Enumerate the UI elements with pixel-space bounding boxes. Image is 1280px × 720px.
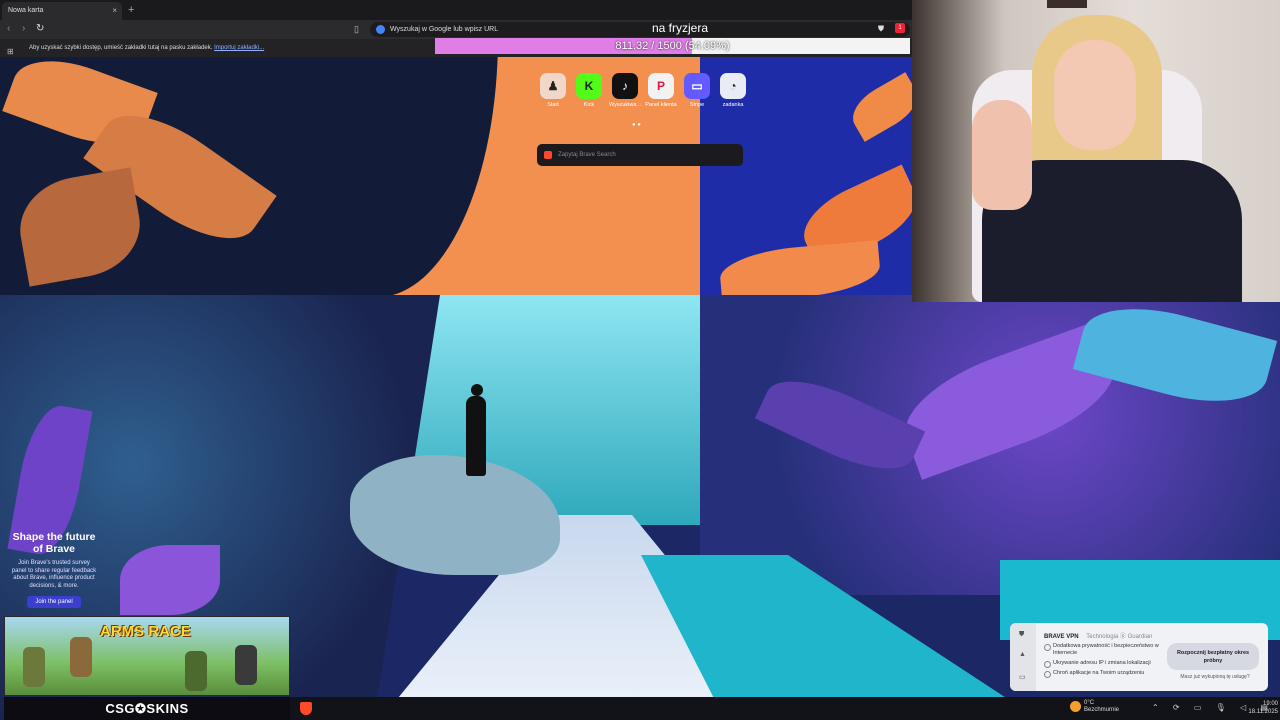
promo-title: Shape the future of Brave: [12, 531, 96, 555]
taskbar-clock[interactable]: 19:00 18.11.2025: [1240, 700, 1278, 716]
back-icon[interactable]: ‹: [7, 22, 10, 36]
top-site-label: zadanka: [722, 102, 744, 108]
search-placeholder: Zapytaj Brave Search: [558, 152, 616, 158]
goal-title: na fryzjera: [651, 21, 709, 35]
tab-title: Nowa karta: [8, 7, 44, 14]
clock-date: 18.11.2025: [1248, 709, 1278, 715]
address-placeholder: Wyszukaj w Google lub wpisz URL: [390, 26, 499, 33]
wallpaper-top-panel: [0, 57, 912, 295]
weather-condition: Bezchmurnie: [1084, 707, 1120, 713]
vpn-feature-item: Ukrywanie adresu IP i zmiana lokalizacji: [1044, 660, 1169, 668]
vpn-feature-item: Chroń aplikacje na Twoim urządzeniu: [1044, 670, 1169, 678]
warning-icon[interactable]: ▲: [1019, 651, 1026, 658]
top-site-icon: ◔: [720, 73, 746, 99]
vpn-sidebar: ⛊ ▲ ▭: [1010, 623, 1036, 691]
webcam-feed: [912, 0, 1280, 302]
top-site-tile[interactable]: K Kick: [571, 73, 607, 108]
sponsor-logo: CSG✪SKINS: [4, 697, 290, 720]
top-sites-pager[interactable]: ● ●: [632, 122, 641, 128]
top-site-label: Panel klienta: [645, 102, 677, 108]
survey-promo-card: Shape the future of Brave Join Brave's t…: [10, 531, 98, 608]
start-trial-button[interactable]: Rozpocznij bezpłatny okres próbny: [1167, 643, 1259, 670]
top-site-label: Kick: [583, 102, 595, 108]
import-bookmarks-link[interactable]: Importuj zakładki...: [214, 45, 264, 51]
vpn-feature-list: Dodatkowa prywatność i bezpieczeństwo w …: [1044, 643, 1169, 680]
vpn-feature-item: Dodatkowa prywatność i bezpieczeństwo w …: [1044, 643, 1169, 657]
close-tab-icon[interactable]: ×: [112, 2, 117, 20]
vpn-title: BRAVE VPN: [1044, 634, 1079, 640]
bookmark-icon[interactable]: ▯: [354, 24, 359, 35]
top-site-tile[interactable]: P Panel klienta: [643, 73, 679, 108]
top-site-tile[interactable]: ♟ Start: [535, 73, 571, 108]
top-site-icon: K: [576, 73, 602, 99]
goal-progress-text: 811.32 / 1500 (54.09%): [615, 40, 730, 52]
vpn-subtitle: Technologia ⓖ Guardian: [1086, 634, 1153, 640]
top-site-icon: P: [648, 73, 674, 99]
top-site-tile[interactable]: ▭ Stripe: [679, 73, 715, 108]
top-site-tile[interactable]: ◔ zadanka: [715, 73, 751, 108]
promo-body: Join Brave's trusted survey panel to sha…: [11, 560, 97, 589]
top-site-icon: ♟: [540, 73, 566, 99]
join-panel-button[interactable]: Join the panel: [27, 596, 81, 608]
top-site-icon: ♪: [612, 73, 638, 99]
bookmarks-hint: Aby uzyskać szybki dostęp, umieść zakład…: [29, 45, 213, 51]
top-site-icon: ▭: [684, 73, 710, 99]
brave-search-box[interactable]: Zapytaj Brave Search: [537, 144, 743, 166]
apps-grid-icon[interactable]: ⊞: [7, 43, 14, 61]
forward-icon[interactable]: ›: [22, 22, 25, 36]
reload-icon[interactable]: ↻: [36, 22, 44, 36]
top-site-tile[interactable]: ♪ Wyszukiwa...: [607, 73, 643, 108]
weather-widget[interactable]: 0°C Bezchmurnie: [1070, 700, 1119, 714]
top-site-label: Start: [547, 102, 559, 108]
top-site-label: Wyszukiwa...: [608, 102, 642, 108]
top-site-label: Stripe: [689, 102, 705, 108]
google-icon: [376, 25, 385, 34]
brave-vpn-popup: ⛊ ▲ ▭ BRAVE VPN Technologia ⓖ Guardian D…: [1010, 623, 1268, 691]
brave-lion-icon: [544, 151, 552, 159]
new-tab-button[interactable]: +: [128, 2, 134, 18]
clock-time: 19:00: [1262, 701, 1278, 707]
goal-progress-bar: 811.32 / 1500 (54.09%): [435, 38, 910, 54]
weather-icon: [1070, 701, 1081, 712]
tab-new-tab[interactable]: Nowa karta ×: [2, 2, 122, 20]
device-icon[interactable]: ▭: [1019, 673, 1026, 681]
shield-icon[interactable]: ⛊: [1019, 631, 1024, 639]
person-silhouette: [466, 384, 488, 476]
vpn-header: BRAVE VPN Technologia ⓖ Guardian: [1044, 631, 1152, 640]
arms-race-title: ARMS RACE: [100, 623, 191, 640]
weather-temp: 0°C: [1084, 700, 1095, 706]
windows-taskbar: 0°C Bezchmurnie ⌃ ⟳ ▭ 🎙 ◁ ▤ 19:00 18.11.…: [290, 697, 1280, 720]
arms-race-banner: ARMS RACE: [4, 616, 290, 696]
brave-rewards-icon[interactable]: 1: [895, 23, 905, 33]
already-purchased-link[interactable]: Masz już wykupioną tę usługę?: [1170, 674, 1260, 680]
brave-shields-icon[interactable]: ⛊: [878, 24, 884, 34]
top-sites: ♟ Start K Kick ♪ Wyszukiwa... P Panel klienta ▭ S…: [535, 73, 746, 113]
brave-taskbar-icon[interactable]: [300, 702, 312, 715]
